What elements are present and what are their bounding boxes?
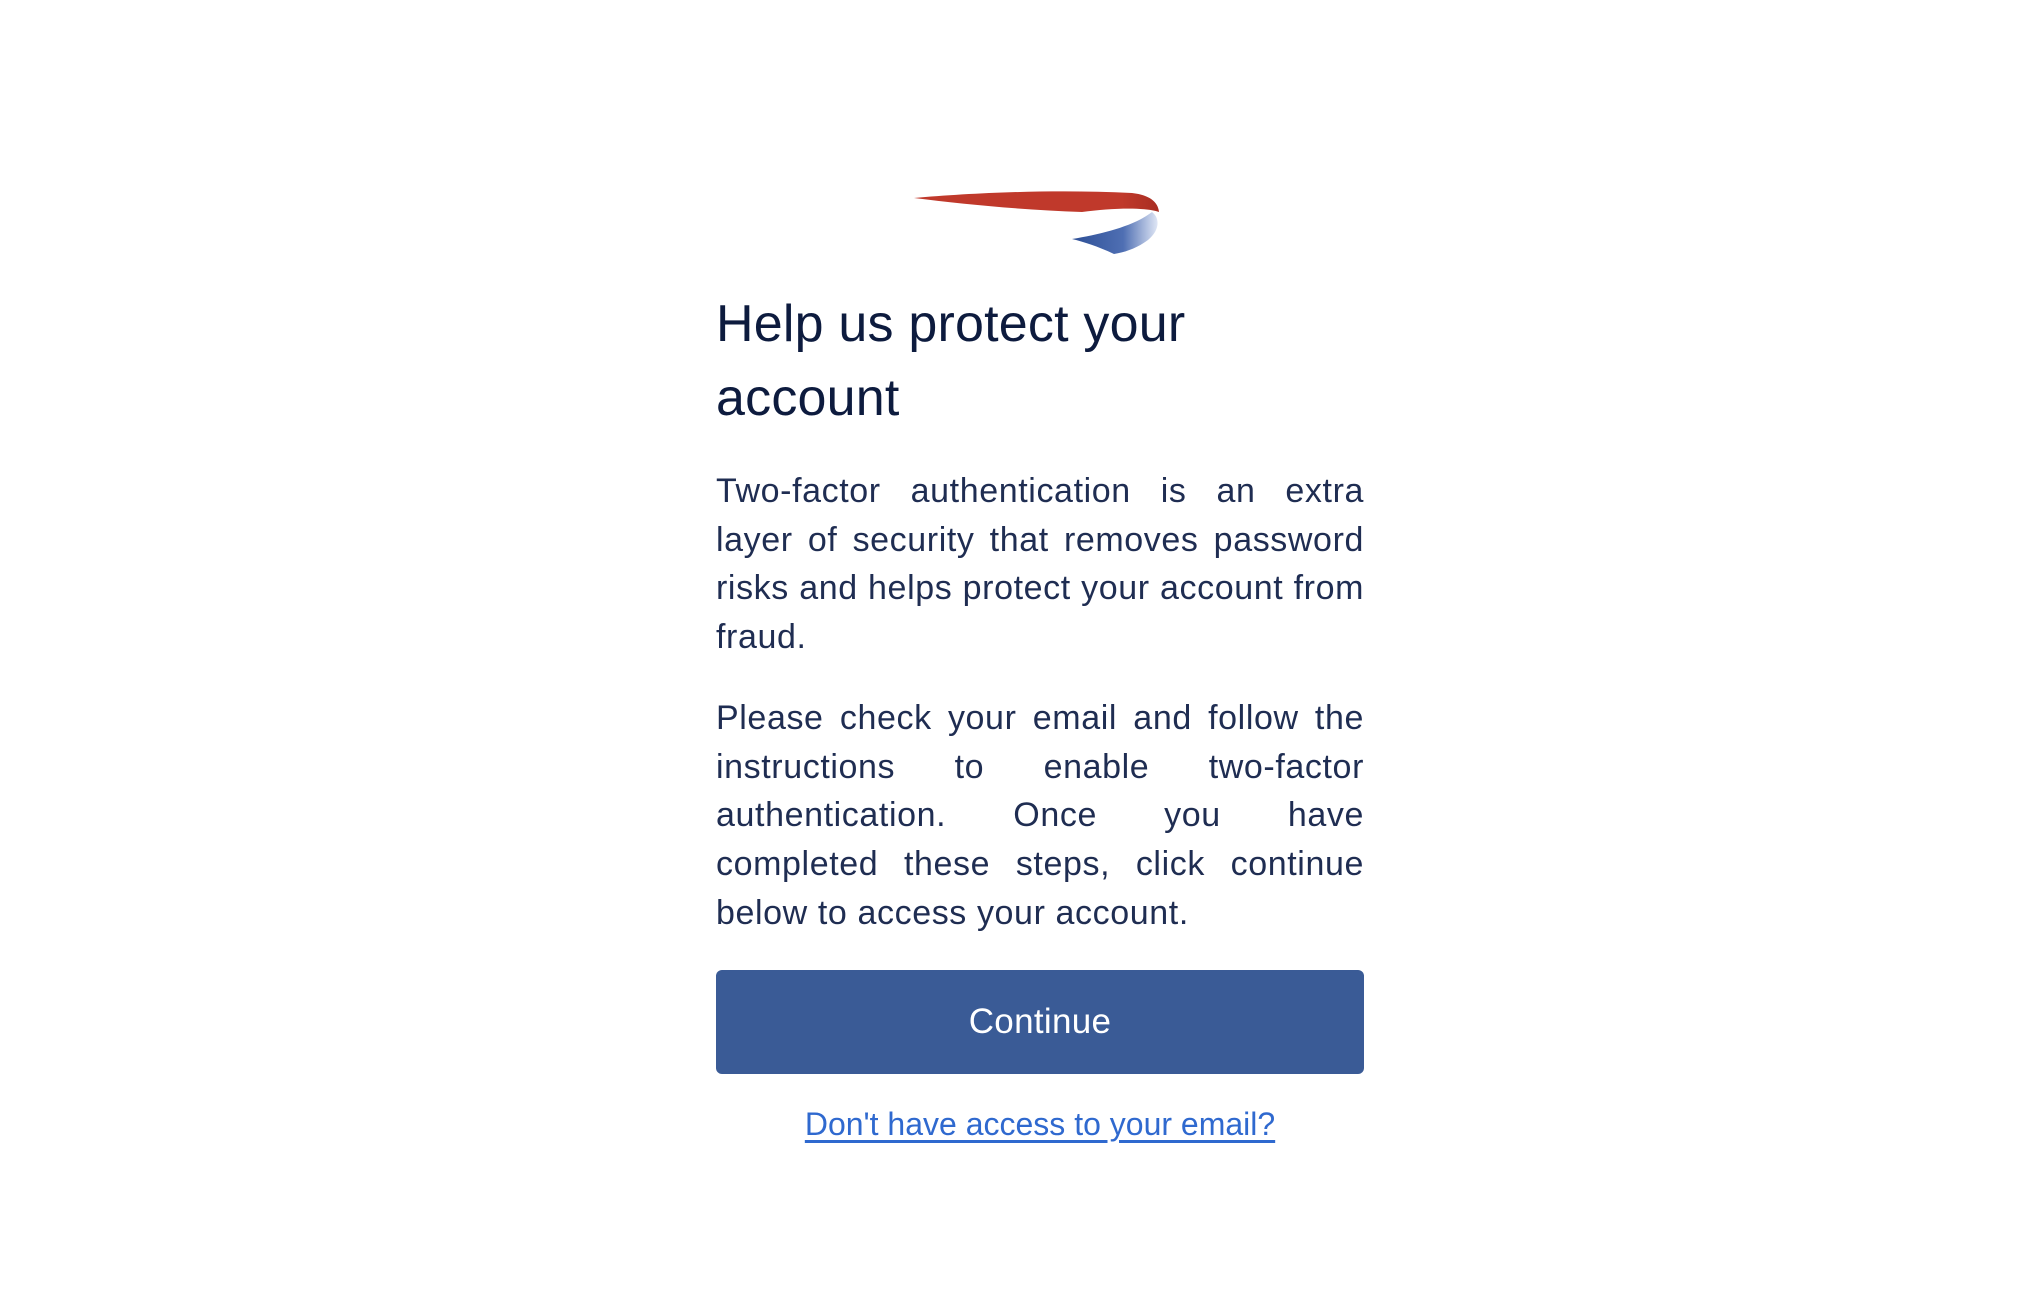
continue-button[interactable]: Continue xyxy=(716,970,1364,1074)
no-email-access-link[interactable]: Don't have access to your email? xyxy=(716,1102,1364,1146)
page-title: Help us protect your account xyxy=(716,295,1186,427)
description-paragraph: Two-factor authentication is an extra la… xyxy=(716,472,1364,657)
speedmarque-icon xyxy=(914,191,1159,254)
instructions-paragraph: Please check your email and follow the i… xyxy=(716,699,1364,932)
